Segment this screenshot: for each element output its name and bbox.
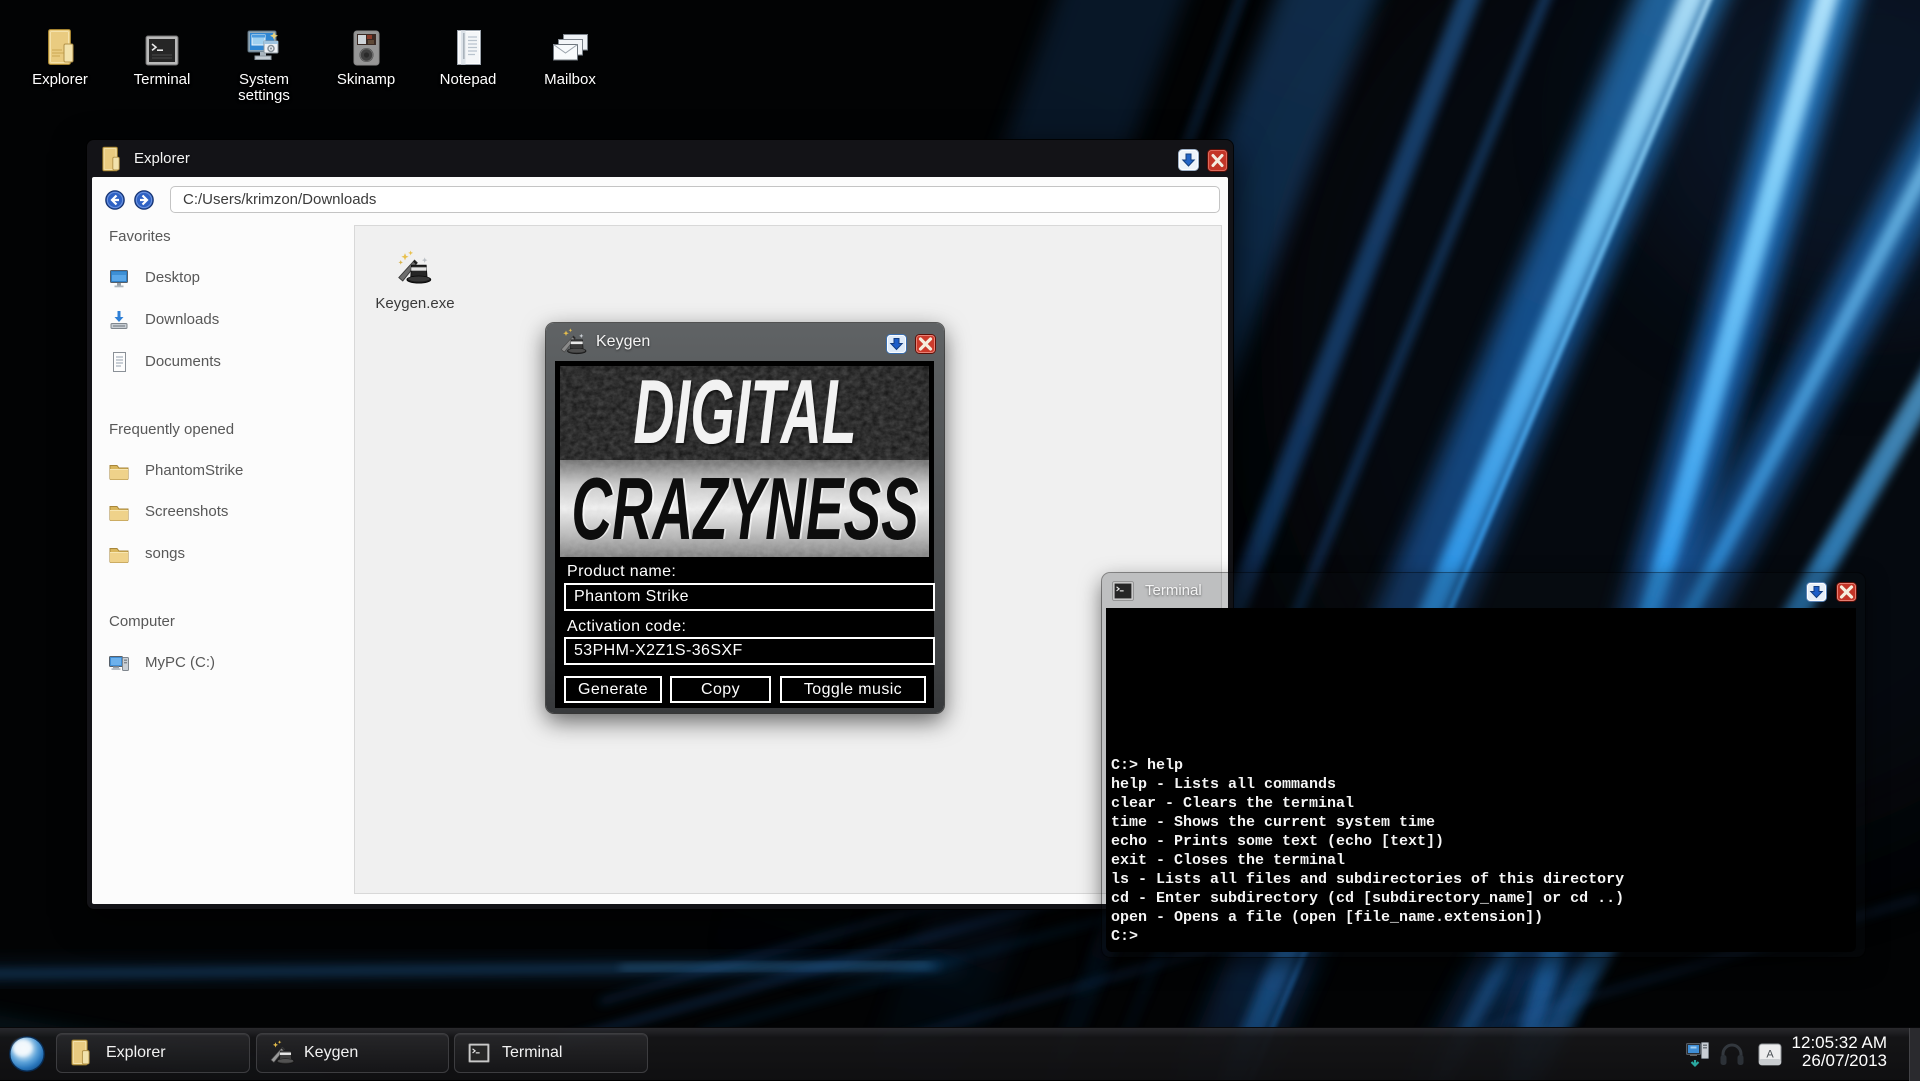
svg-text:A: A (1766, 1049, 1774, 1061)
